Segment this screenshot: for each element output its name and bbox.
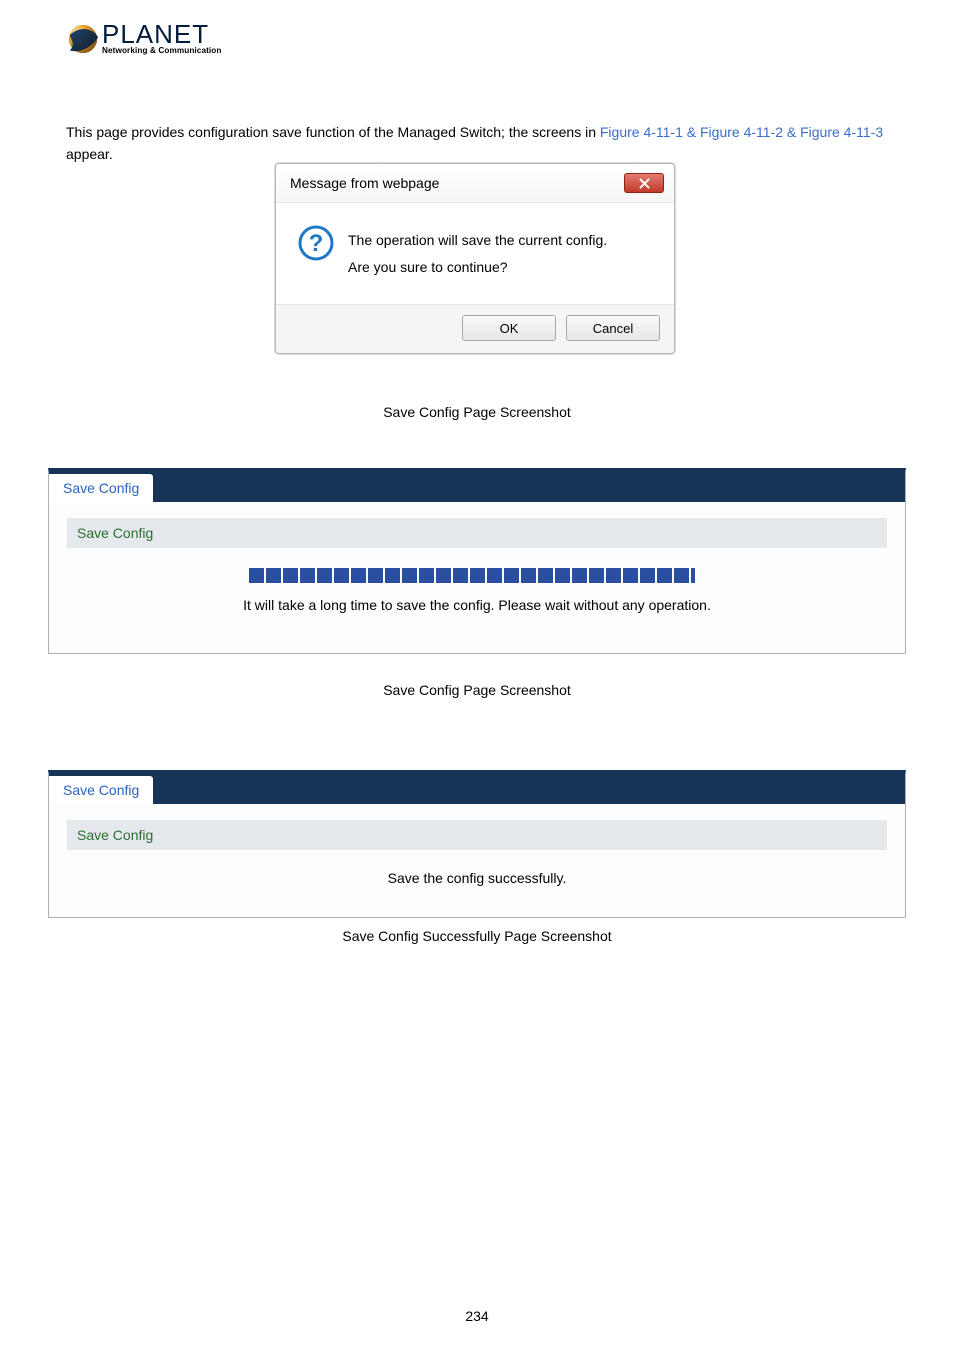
brand-logo: PLANET Networking & Communication [66,22,222,56]
logo-name: PLANET [102,23,222,46]
question-icon: ? [298,225,334,261]
progress-bar [249,568,706,583]
globe-icon [66,22,100,56]
success-message: Save the config successfully. [69,870,885,886]
cancel-button[interactable]: Cancel [566,315,660,341]
dialog-message: The operation will save the current conf… [348,225,607,280]
intro-pre: This page provides configuration save fu… [66,124,600,140]
section-header: Save Config [67,820,887,850]
tab-save-config[interactable]: Save Config [49,776,153,804]
caption-1: Save Config Page Screenshot [0,404,954,420]
ok-button[interactable]: OK [462,315,556,341]
figure-link: Figure 4-11-1 & Figure 4-11-2 & Figure 4… [600,124,883,140]
dialog-title: Message from webpage [290,175,439,191]
close-icon [638,177,651,190]
section-header: Save Config [67,518,887,548]
dialog-line1: The operation will save the current conf… [348,227,607,254]
svg-text:?: ? [309,230,324,257]
logo-subtitle: Networking & Communication [102,46,222,55]
caption-2: Save Config Page Screenshot [0,682,954,698]
caption-3: Save Config Successfully Page Screenshot [0,928,954,944]
save-config-progress-panel: Save Config Save Config It will take a l… [48,468,906,654]
tab-bar: Save Config [49,472,905,502]
intro-post: appear. [66,146,113,162]
dialog-titlebar: Message from webpage [276,164,674,202]
page-number: 234 [0,1308,954,1324]
progress-message: It will take a long time to save the con… [69,597,885,613]
intro-paragraph: This page provides configuration save fu… [66,122,888,165]
dialog-line2: Are you sure to continue? [348,254,607,281]
close-button[interactable] [624,173,664,193]
save-config-success-panel: Save Config Save Config Save the config … [48,770,906,918]
tab-save-config[interactable]: Save Config [49,474,153,502]
confirm-dialog: Message from webpage ? The operation wil… [275,163,675,354]
tab-bar: Save Config [49,774,905,804]
